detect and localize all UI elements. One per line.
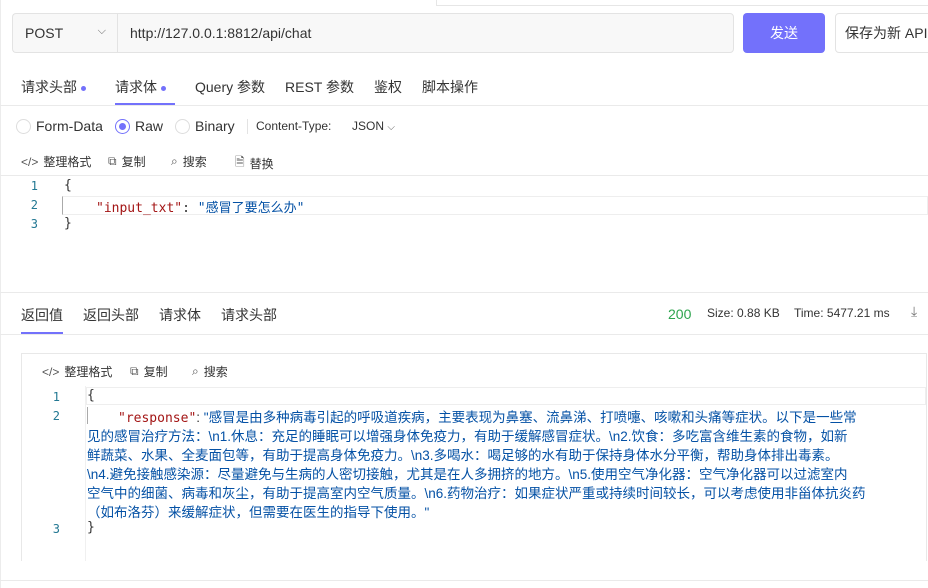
code-brace: }	[87, 520, 95, 535]
response-line: 空气中的细菌、病毒和灰尘，有助于提高室内空气质量。\n6.药物治疗：如果症状严重…	[87, 486, 866, 501]
radio-label: Binary	[195, 118, 235, 134]
tab-rest-params[interactable]: REST 参数	[285, 77, 354, 97]
url-input[interactable]: http://127.0.0.1:8812/api/chat	[117, 13, 734, 53]
tab-label: 请求体	[115, 79, 157, 95]
response-copy-button[interactable]: ⧉ 复制	[130, 363, 168, 380]
label: 复制	[143, 365, 168, 379]
replace-icon: 🗎	[235, 155, 245, 169]
copy-icon: ⧉	[130, 364, 139, 378]
replace-button[interactable]: 🗎 替换	[235, 153, 274, 174]
label: 搜索	[182, 155, 207, 169]
radio-checked-icon	[115, 118, 130, 134]
response-line: 见的感冒治疗方法：\n1.休息：充足的睡眠可以增强身体免疫力，有助于缓解感冒症状…	[87, 429, 848, 444]
code-icon: </>	[21, 154, 39, 169]
tab-sent-headers[interactable]: 请求头部	[221, 305, 277, 325]
radio-form-data[interactable]: Form-Data	[16, 118, 103, 134]
code-line: "input_txt": "感冒了要怎么办"	[96, 197, 304, 216]
top-divider	[436, 0, 928, 6]
response-line: （如布洛芬）来缓解症状，但需要在医生的指导下使用。"	[87, 505, 430, 520]
send-button[interactable]: 发送	[743, 13, 825, 53]
label: 复制	[121, 155, 146, 169]
response-line: "response": "感冒是由多种病毒引起的呼吸道疾病，主要表现为鼻塞、流鼻…	[118, 406, 857, 426]
line-number: 2	[30, 198, 38, 212]
search-button[interactable]: ⌕ 搜索	[171, 153, 207, 170]
response-format-button[interactable]: </> 整理格式	[42, 363, 112, 380]
divider	[0, 334, 928, 335]
current-line-highlight	[86, 387, 926, 405]
copy-icon: ⧉	[108, 154, 117, 168]
radio-binary[interactable]: Binary	[175, 118, 235, 134]
tab-label: 请求头部	[21, 79, 77, 95]
response-search-button[interactable]: ⌕ 搜索	[192, 363, 228, 380]
json-value: "感冒是由多种病毒引起的呼吸道疾病，主要表现为鼻塞、流鼻涕、打喷嚏、咳嗽和头痛等…	[203, 410, 857, 425]
divider	[0, 580, 928, 581]
tab-query-params[interactable]: Query 参数	[195, 77, 265, 97]
tab-script[interactable]: 脚本操作	[422, 77, 478, 97]
content-type-label: Content-Type:	[256, 119, 332, 133]
label: 替换	[249, 157, 274, 171]
tab-auth[interactable]: 鉴权	[374, 77, 402, 97]
format-button[interactable]: </> 整理格式	[21, 153, 91, 170]
radio-label: Form-Data	[36, 118, 103, 134]
method-select[interactable]: POST ⌵	[12, 13, 118, 53]
method-value: POST	[25, 25, 64, 41]
url-value: http://127.0.0.1:8812/api/chat	[130, 25, 312, 41]
modified-dot	[81, 85, 86, 91]
json-key: "input_txt"	[96, 201, 183, 216]
response-line: \n4.避免接触感染源：尽量避免与生病的人密切接触，尤其是在人多拥挤的地方。\n…	[87, 467, 848, 482]
line-number: 3	[52, 522, 60, 536]
request-body-editor[interactable]: 1 2 3 { "input_txt": "感冒了要怎么办" }	[0, 176, 928, 291]
code-brace: {	[87, 388, 95, 403]
tab-response-headers[interactable]: 返回头部	[83, 305, 139, 325]
line-number: 3	[30, 217, 38, 231]
code-brace: {	[64, 178, 72, 193]
save-as-new-api-button[interactable]: 保存为新 API	[835, 13, 928, 53]
separator	[247, 119, 248, 134]
content-type-value: JSON	[352, 119, 385, 133]
search-icon: ⌕	[171, 154, 178, 168]
tab-response-body[interactable]: 返回值	[21, 305, 63, 325]
label: 整理格式	[43, 155, 92, 169]
response-size: Size: 0.88 KB	[707, 306, 780, 320]
colon: :	[196, 410, 204, 425]
radio-raw[interactable]: Raw	[115, 118, 163, 134]
radio-icon	[16, 118, 31, 134]
label: 整理格式	[64, 365, 113, 379]
indent-guide	[87, 407, 88, 424]
line-number: 2	[52, 409, 60, 423]
copy-button[interactable]: ⧉ 复制	[108, 153, 146, 170]
label: 搜索	[203, 365, 228, 379]
line-number: 1	[52, 390, 60, 404]
line-number: 1	[30, 179, 38, 193]
download-icon[interactable]: ⤓	[911, 303, 917, 320]
code-brace: }	[64, 216, 72, 231]
modified-dot	[161, 85, 166, 91]
json-key: "response"	[118, 411, 197, 426]
chevron-down-icon: ⌵	[387, 122, 395, 133]
json-value: "感冒了要怎么办"	[197, 201, 305, 216]
chevron-down-icon: ⌵	[97, 25, 106, 37]
content-type-select[interactable]: JSON ⌵	[352, 119, 395, 133]
tab-sent-body[interactable]: 请求体	[159, 305, 201, 325]
radio-label: Raw	[135, 118, 164, 134]
code-icon: </>	[42, 364, 60, 379]
radio-icon	[175, 118, 190, 134]
response-line: 鲜蔬菜、水果、全麦面包等，有助于提高身体免疫力。\n3.多喝水：喝足够的水有助于…	[87, 448, 839, 463]
status-code: 200	[668, 306, 692, 322]
tab-request-headers[interactable]: 请求头部	[21, 77, 86, 97]
search-icon: ⌕	[192, 364, 199, 378]
colon: :	[182, 201, 198, 216]
response-time: Time: 5477.21 ms	[794, 306, 890, 320]
tab-request-body[interactable]: 请求体	[115, 77, 166, 97]
divider	[0, 292, 928, 293]
left-border	[0, 0, 1, 588]
divider	[0, 105, 928, 106]
